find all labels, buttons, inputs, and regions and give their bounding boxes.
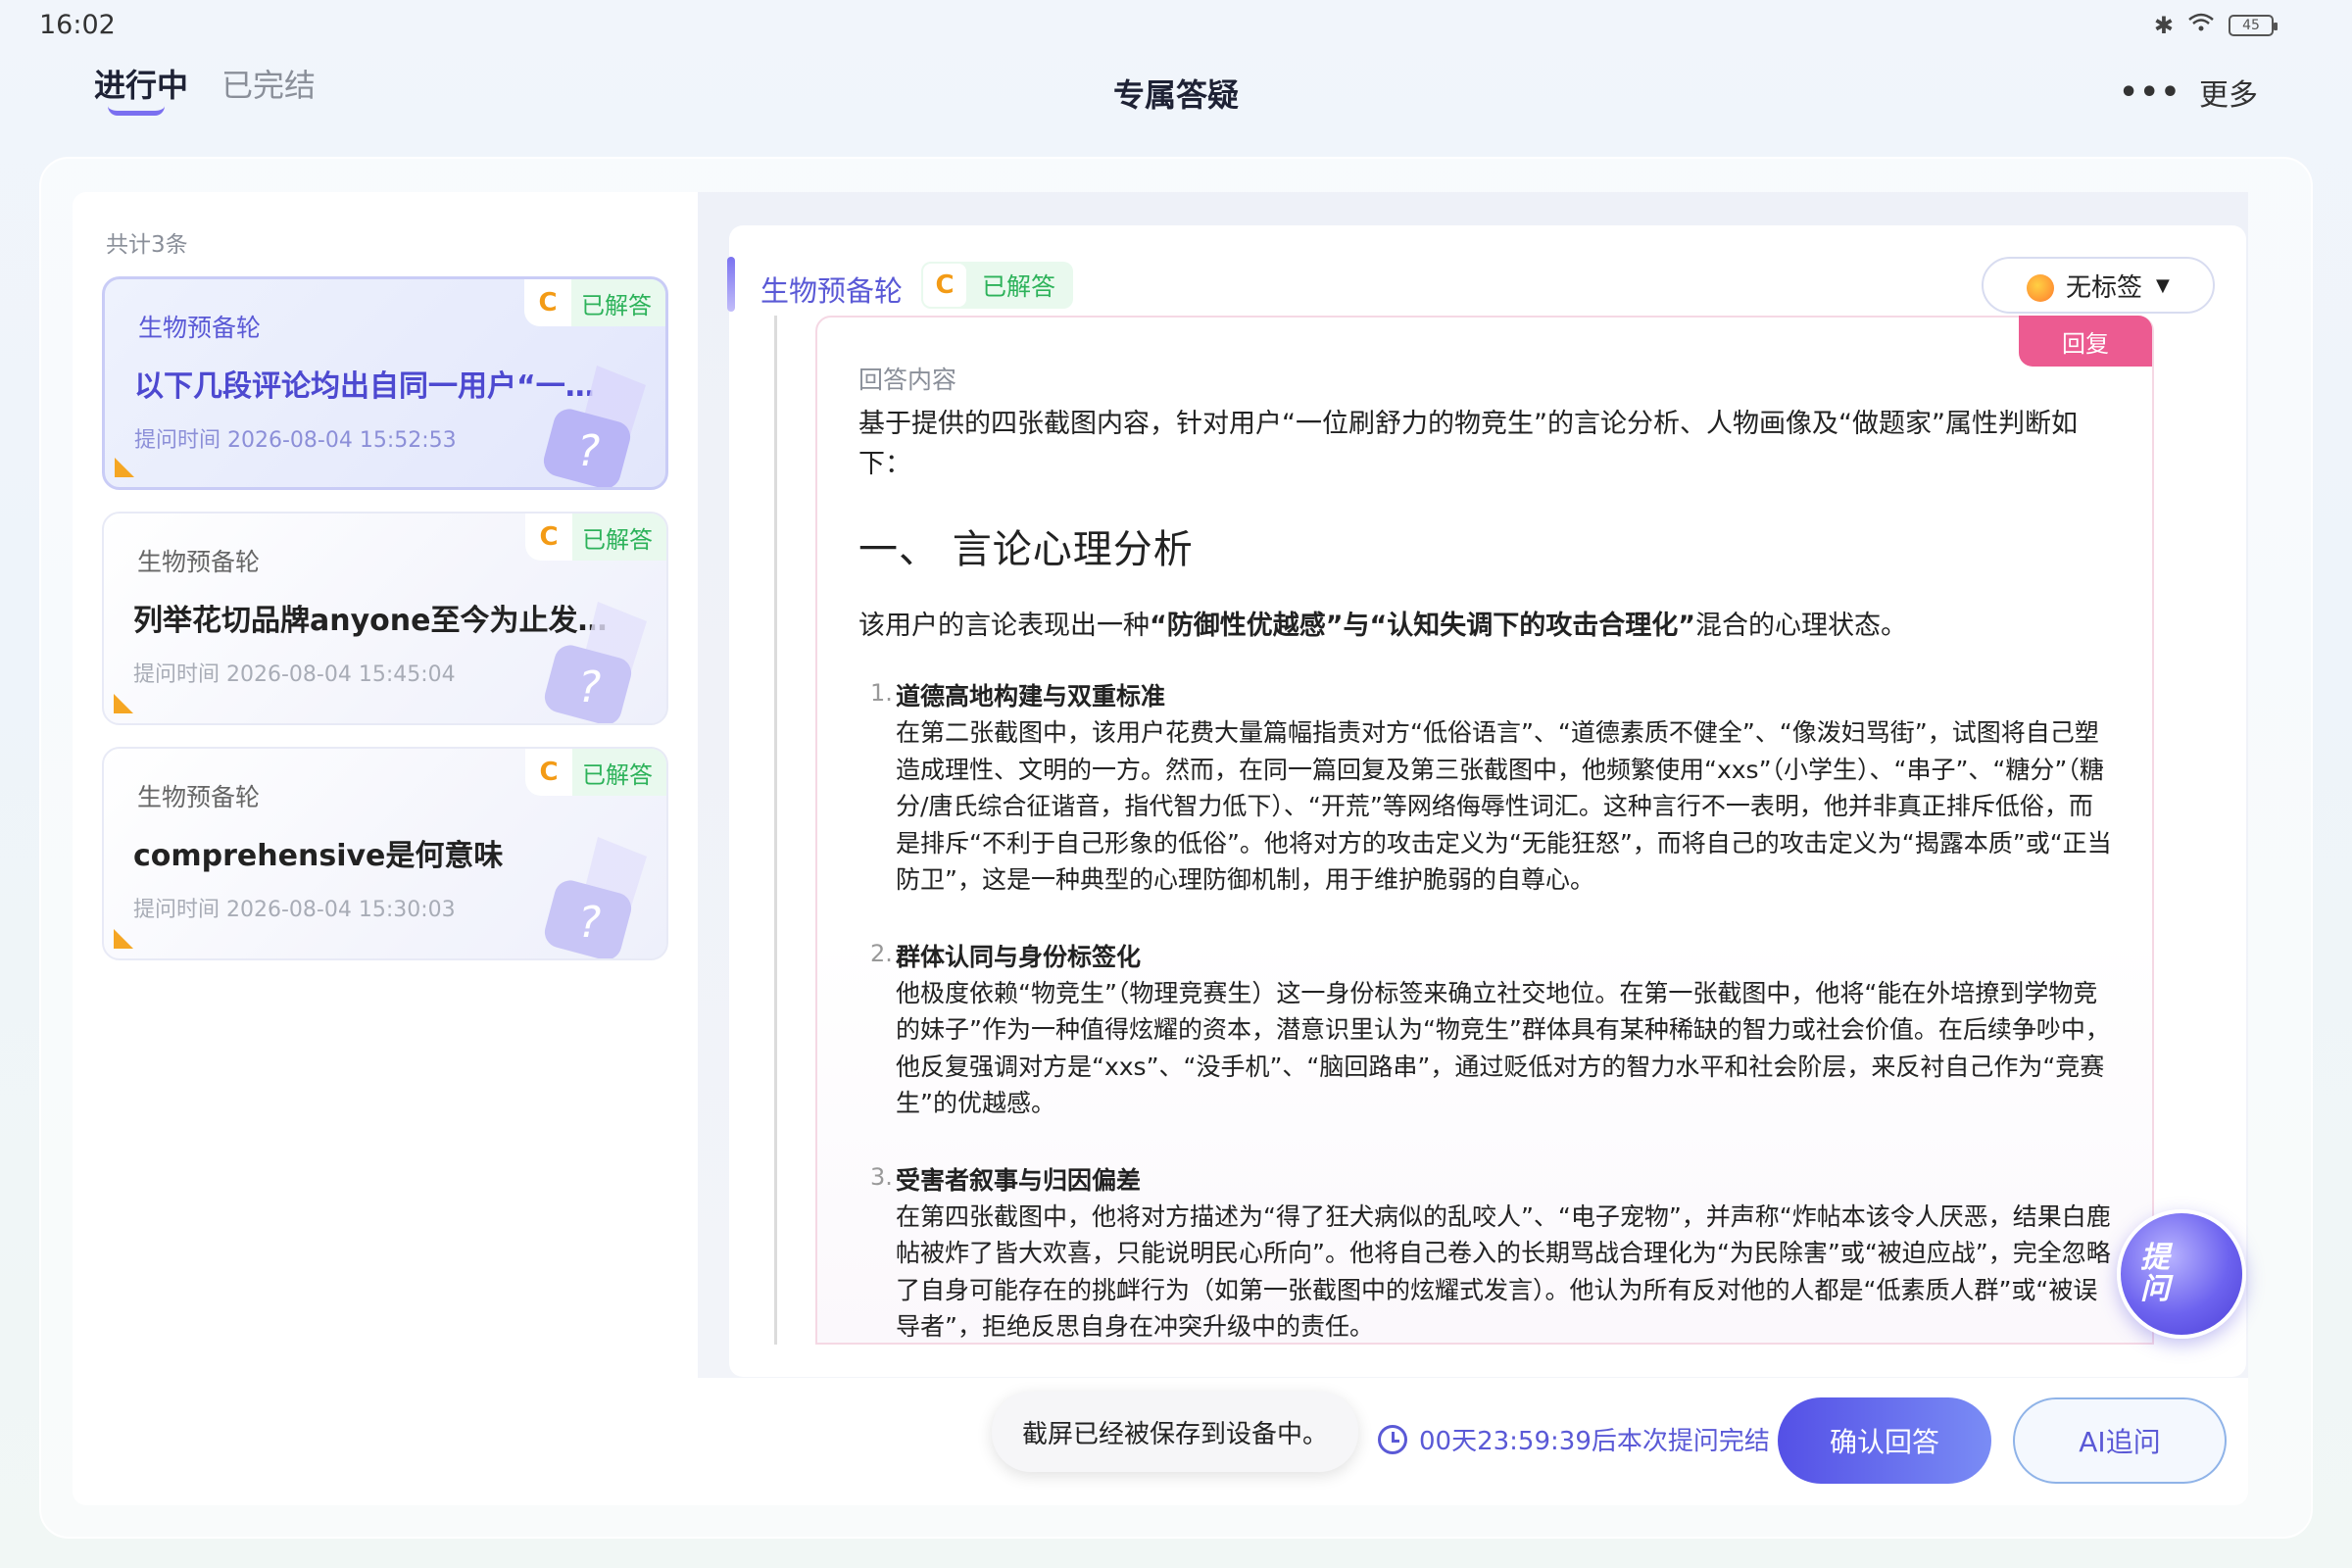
card-subject: 生物预备轮 xyxy=(137,783,261,811)
thread-line xyxy=(774,316,777,1345)
card-subject: 生物预备轮 xyxy=(138,314,262,342)
analysis-list: 1. 道德高地构建与双重标准 在第二张截图中，该用户花费大量篇幅指责对方“低俗语… xyxy=(858,679,2113,1346)
section-intro-text: 该用户的言论表现出一种 xyxy=(858,611,1150,641)
answer-intro: 基于提供的四张截图内容，针对用户“一位刷舒力的物竞生”的言论分析、人物画像及“做… xyxy=(858,409,2078,479)
card-time: 提问时间 2026-08-04 15:52:53 xyxy=(134,428,457,453)
list-item: 2. 群体认同与身份标签化 他极度依赖“物竞生”（物理竞赛生）这一身份标签来确立… xyxy=(858,940,2113,1122)
status-badge: C 已解答 xyxy=(525,749,666,796)
status-text: 已解答 xyxy=(581,291,652,319)
level-badge: C xyxy=(525,514,572,561)
point-body: 在第四张截图中，他将对方描述为“得了狂犬病似的乱咬人”、“电子宠物”，并声称“炸… xyxy=(896,1201,2111,1342)
caret-down-icon: ▼ xyxy=(2156,274,2170,296)
list-number: 1. xyxy=(870,679,893,707)
detail-accent-bar xyxy=(727,257,735,312)
countdown: 00天23:59:39后本次提问完结 xyxy=(1378,1421,1770,1457)
answer-content: 基于提供的四张截图内容，针对用户“一位刷舒力的物竞生”的言论分析、人物画像及“做… xyxy=(858,404,2113,1387)
status-time: 16:02 xyxy=(39,10,116,40)
question-decoration-icon: ? xyxy=(544,602,647,723)
card-subject: 生物预备轮 xyxy=(137,548,261,576)
card-time: 提问时间 2026-08-04 15:30:03 xyxy=(133,898,456,922)
countdown-text: 00天23:59:39后本次提问完结 xyxy=(1419,1427,1770,1456)
tag-icon xyxy=(2027,274,2054,302)
level-badge: C xyxy=(921,262,968,309)
status-text: 已解答 xyxy=(582,760,653,789)
list-number: 3. xyxy=(870,1162,893,1191)
wifi-icon xyxy=(2187,12,2215,39)
level-badge: C xyxy=(524,279,571,326)
tag-select[interactable]: 无标签 ▼ xyxy=(1982,257,2215,314)
list-count: 共计3条 xyxy=(106,232,188,258)
bluetooth-icon: ✱ xyxy=(2153,12,2174,39)
answer-label: 回答内容 xyxy=(858,366,957,394)
tag-select-label: 无标签 xyxy=(2066,272,2143,303)
svg-text:?: ? xyxy=(578,898,601,948)
toast-message: 截屏已经被保存到设备中。 xyxy=(992,1392,1358,1472)
confirm-answer-button[interactable]: 确认回答 xyxy=(1778,1397,1991,1484)
status-badge: C 已解答 xyxy=(524,279,665,326)
list-number: 2. xyxy=(870,939,893,967)
more-label: 更多 xyxy=(2199,78,2258,113)
section-title: 一、 言论心理分析 xyxy=(858,527,1194,572)
status-text: 已解答 xyxy=(582,525,653,554)
question-card[interactable]: 生物预备轮 comprehensive是何意味 提问时间 2026-08-04 … xyxy=(102,747,668,960)
reply-tag: 回复 xyxy=(2019,316,2152,367)
status-badge: C 已解答 xyxy=(525,514,666,561)
card-time: 提问时间 2026-08-04 15:45:04 xyxy=(133,662,456,687)
section-intro-bold: “防御性优越感”与“认知失调下的攻击合理化” xyxy=(1150,611,1695,641)
battery-icon: 45 xyxy=(2229,15,2278,36)
detail-subject: 生物预备轮 xyxy=(760,274,904,308)
svg-text:?: ? xyxy=(578,662,601,712)
question-decoration-icon: ? xyxy=(544,837,647,958)
card-corner-icon xyxy=(114,694,133,713)
question-card[interactable]: 生物预备轮 以下几段评论均出自同一用户“一位刷舒力的物竞生” 提问时间 2026… xyxy=(102,276,668,490)
point-body: 在第二张截图中，该用户花费大量篇幅指责对方“低俗语言”、“道德素质不健全”、“像… xyxy=(896,718,2112,894)
ask-float-label: 提问 xyxy=(2140,1241,2170,1306)
level-badge: C xyxy=(525,749,572,796)
section-intro: 该用户的言论表现出一种“防御性优越感”与“认知失调下的攻击合理化”混合的心理状态… xyxy=(858,604,2113,642)
card-corner-icon xyxy=(114,929,133,949)
list-item: 1. 道德高地构建与双重标准 在第二张截图中，该用户花费大量篇幅指责对方“低俗语… xyxy=(858,679,2113,899)
svg-text:?: ? xyxy=(577,426,600,476)
detail-status-badge: C 已解答 xyxy=(921,262,1074,309)
status-icons: ✱ 45 xyxy=(2153,12,2278,39)
status-text: 已解答 xyxy=(982,272,1056,301)
page-title: 专属答疑 xyxy=(1112,76,1239,114)
question-card[interactable]: 生物预备轮 列举花切品牌anyone至今为止发售的所有花切牌 提问时间 2026… xyxy=(102,512,668,725)
clock-icon xyxy=(1378,1424,1407,1454)
list-item: 3. 受害者叙事与归因偏差 在第四张截图中，他将对方描述为“得了狂犬病似的乱咬人… xyxy=(858,1163,2113,1346)
point-heading: 道德高地构建与双重标准 xyxy=(896,682,1166,710)
more-dots-icon: ••• xyxy=(2119,74,2181,110)
question-decoration-icon: ? xyxy=(543,366,646,487)
point-heading: 群体认同与身份标签化 xyxy=(896,942,1142,971)
card-corner-icon xyxy=(115,458,134,477)
point-body: 他极度依赖“物竞生”（物理竞赛生）这一身份标签来确立社交地位。在第一张截图中，他… xyxy=(896,978,2110,1118)
section-intro-text: 混合的心理状态。 xyxy=(1694,611,1907,641)
ai-followup-button[interactable]: AI追问 xyxy=(2013,1397,2227,1484)
more-button[interactable]: ••• 更多 xyxy=(2119,71,2258,114)
ask-float-button[interactable]: 提问 xyxy=(2117,1209,2246,1339)
point-heading: 受害者叙事与归因偏差 xyxy=(896,1165,1142,1195)
